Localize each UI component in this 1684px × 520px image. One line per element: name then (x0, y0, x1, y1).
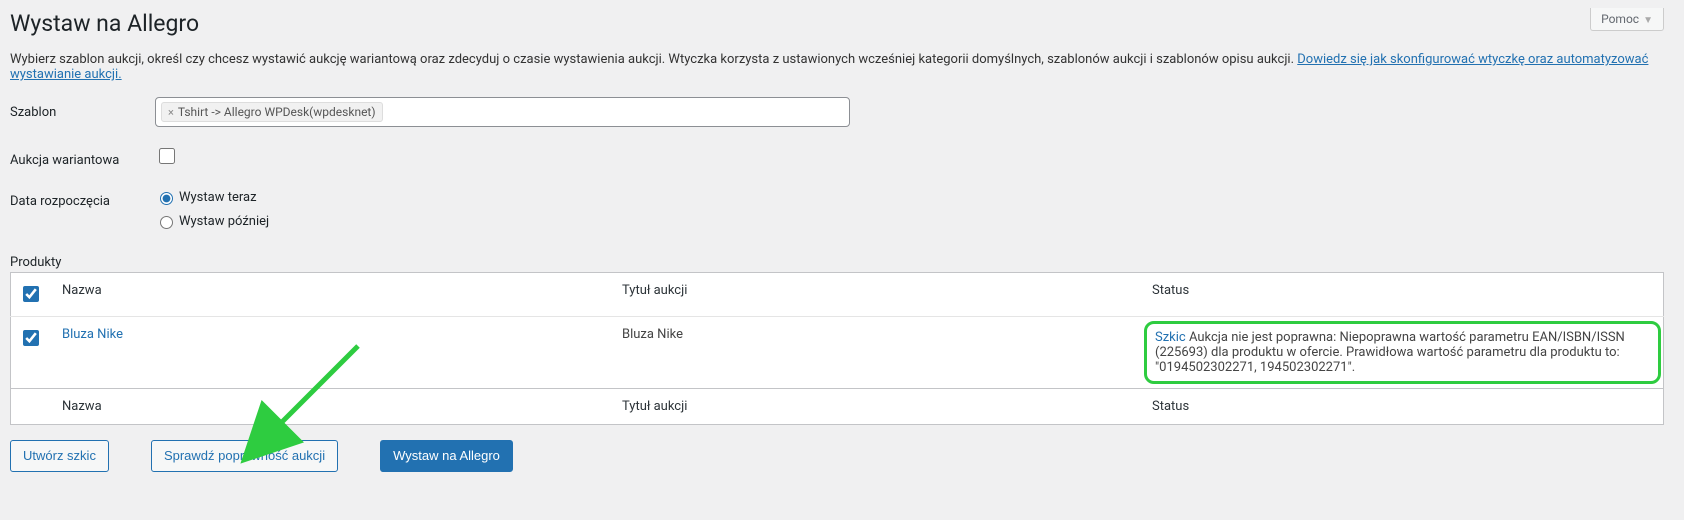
footer-column-name: Nazwa (52, 389, 612, 425)
template-tag-label: Tshirt -> Allegro WPDesk(wpdesknet) (178, 105, 376, 119)
footer-column-status: Status (1142, 389, 1664, 425)
template-label: Szablon (10, 97, 155, 120)
check-auction-button[interactable]: Sprawdź poprawność aukcji (151, 440, 338, 472)
select-all-checkbox[interactable] (23, 286, 39, 302)
column-status[interactable]: Status (1142, 273, 1664, 317)
intro-paragraph: Wybierz szablon aukcji, określ czy chces… (10, 52, 1664, 82)
auction-title: Bluza Nike (612, 317, 1142, 389)
products-table: Nazwa Tytuł aukcji Status Bluza Nike Blu… (10, 272, 1664, 425)
start-now-radio[interactable] (160, 192, 173, 205)
row-checkbox[interactable] (23, 330, 39, 346)
column-title[interactable]: Tytuł aukcji (612, 273, 1142, 317)
products-section-label: Produkty (10, 255, 1664, 270)
chevron-down-icon: ▼ (1643, 15, 1653, 26)
template-tag: × Tshirt -> Allegro WPDesk(wpdesknet) (161, 102, 383, 122)
intro-text: Wybierz szablon aukcji, określ czy chces… (10, 52, 1297, 67)
product-name-link[interactable]: Bluza Nike (62, 327, 123, 342)
status-highlight: Szkic Aukcja nie jest poprawna: Niepopra… (1144, 321, 1661, 384)
table-row: Bluza Nike Bluza Nike Szkic Aukcja nie j… (11, 317, 1664, 389)
start-date-label: Data rozpoczęcia (10, 186, 155, 209)
status-text: Aukcja nie jest poprawna: Niepoprawna wa… (1155, 330, 1625, 375)
help-tab-label: Pomoc (1601, 12, 1639, 26)
footer-column-title: Tytuł aukcji (612, 389, 1142, 425)
publish-button[interactable]: Wystaw na Allegro (380, 440, 513, 472)
variant-label: Aukcja wariantowa (10, 145, 155, 168)
status-link[interactable]: Szkic (1155, 330, 1186, 345)
create-draft-button[interactable]: Utwórz szkic (10, 440, 109, 472)
page-title: Wystaw na Allegro (10, 10, 1664, 37)
start-later-label[interactable]: Wystaw później (179, 214, 269, 229)
variant-checkbox[interactable] (159, 148, 175, 164)
start-later-radio[interactable] (160, 216, 173, 229)
column-name[interactable]: Nazwa (52, 273, 612, 317)
tag-remove-icon[interactable]: × (168, 106, 174, 119)
start-now-label[interactable]: Wystaw teraz (179, 190, 257, 205)
help-tab[interactable]: Pomoc ▼ (1590, 8, 1664, 31)
template-input[interactable]: × Tshirt -> Allegro WPDesk(wpdesknet) (155, 97, 850, 127)
